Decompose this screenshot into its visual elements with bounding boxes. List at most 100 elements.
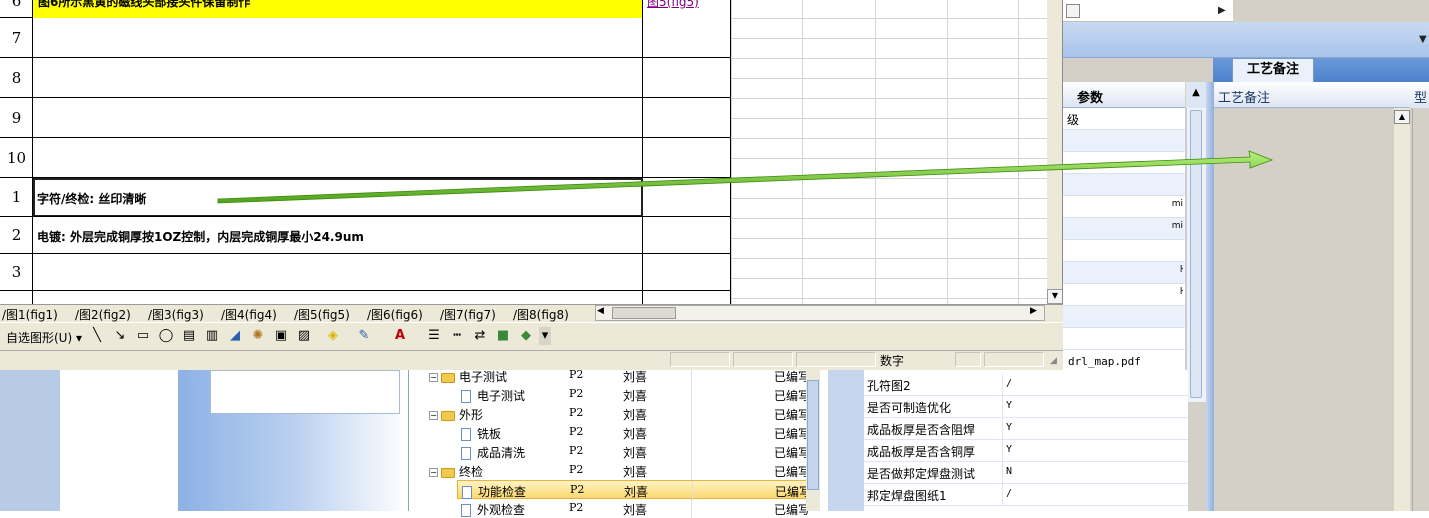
tree-row[interactable]: 成品清洗 P2 刘喜 已编写	[409, 442, 810, 461]
tree-node[interactable]: 铣板	[461, 425, 501, 442]
property-row[interactable]: 邦定焊盘图纸1 /	[864, 484, 1188, 506]
table-row[interactable]	[33, 254, 730, 291]
property-value[interactable]: Y	[1002, 418, 1012, 440]
tree-node[interactable]: − 电子测试	[429, 368, 507, 385]
sheet-vertical-scrollbar[interactable]	[1047, 0, 1062, 304]
textbox-tool-icon[interactable]: ▤	[180, 327, 198, 345]
resize-grip-icon[interactable]: ◢	[1050, 356, 1057, 366]
scroll-up-arrow-icon[interactable]: ▲	[1186, 82, 1206, 108]
table-row[interactable]: 电镀: 外层完成铜厚按1OZ控制，内层完成铜厚最小24.9um	[33, 217, 730, 254]
sheet-tab[interactable]: /图8(fig8)	[513, 305, 569, 322]
row-header[interactable]: 2	[0, 217, 33, 254]
tree-row[interactable]: − 终检 P2 刘喜 已编写	[409, 461, 810, 480]
fill-color-icon[interactable]: ◈	[324, 327, 342, 345]
picture-icon[interactable]: ▨	[295, 327, 313, 345]
param-row[interactable]: mi	[1063, 196, 1185, 218]
param-row[interactable]	[1063, 174, 1185, 196]
tree-row[interactable]: − 外形 P2 刘喜 已编写	[409, 404, 810, 423]
scroll-left-arrow-icon[interactable]: ◀	[597, 306, 604, 316]
sheet-scroll-thumb[interactable]	[612, 307, 676, 319]
tree-node[interactable]: 外观检查	[461, 501, 525, 518]
param-row[interactable]	[1063, 328, 1185, 350]
param-row[interactable]: mi	[1063, 218, 1185, 240]
row-header[interactable]: 10	[0, 138, 33, 178]
line-tool-icon[interactable]: ╲	[88, 327, 106, 345]
sheet-tab[interactable]: /图1(fig1)	[2, 305, 58, 322]
sheet-tab[interactable]: /图2(fig2)	[75, 305, 131, 322]
table-row[interactable]	[33, 138, 730, 178]
param-row[interactable]	[1063, 240, 1185, 262]
oval-tool-icon[interactable]: ◯	[157, 327, 175, 345]
tree-node[interactable]: 电子测试	[461, 387, 525, 404]
tab-process-notes[interactable]: 工艺备注	[1232, 58, 1314, 82]
row-header[interactable]: 8	[0, 58, 33, 98]
collapse-toggle-icon[interactable]: −	[429, 373, 438, 382]
sheet-tab[interactable]: /图6(fig6)	[367, 305, 423, 322]
line-color-icon[interactable]: ✎	[355, 327, 373, 345]
collapse-toggle-icon[interactable]: −	[429, 468, 438, 477]
tree-row[interactable]: 外观检查 P2 刘喜 已编写	[409, 499, 810, 518]
tree-node[interactable]: 成品清洗	[461, 444, 525, 461]
property-value[interactable]: Y	[1002, 440, 1012, 462]
top-horizontal-scrollbar[interactable]	[1063, 0, 1233, 22]
property-row[interactable]: 孔符图2 /	[864, 374, 1188, 396]
params-column-header[interactable]: 参数	[1063, 82, 1185, 108]
tree-row[interactable]: 铣板 P2 刘喜 已编写	[409, 423, 810, 442]
row-header[interactable]: 1	[0, 178, 33, 217]
tree-node[interactable]: 功能检查	[462, 483, 526, 500]
params-scroll-thumb[interactable]	[1190, 110, 1202, 398]
3d-style-icon[interactable]: ◆	[517, 327, 535, 345]
shadow-icon[interactable]: ■	[494, 327, 512, 345]
vertical-textbox-icon[interactable]: ▥	[203, 327, 221, 345]
property-row[interactable]: 是否做邦定焊盘测试 N	[864, 462, 1188, 484]
notes-vertical-scrollbar[interactable]	[1394, 108, 1410, 511]
sheet-tab[interactable]: /图5(fig5)	[294, 305, 350, 322]
arrow-tool-icon[interactable]: ↘	[111, 327, 129, 345]
collapse-toggle-icon[interactable]: −	[429, 411, 438, 420]
tree-row[interactable]: 电子测试 P2 刘喜 已编写	[409, 385, 810, 404]
table-row[interactable]	[33, 58, 730, 98]
table-row[interactable]	[33, 98, 730, 138]
param-row[interactable]	[1063, 130, 1185, 152]
table-row[interactable]: 字符/终检: 丝印清晰	[33, 178, 730, 217]
scroll-right-arrow-icon[interactable]: ▶	[1218, 5, 1226, 16]
tree-scroll-thumb[interactable]	[807, 380, 819, 490]
row-header[interactable]: 7	[0, 18, 33, 58]
line-style-icon[interactable]: ☰	[425, 327, 443, 345]
notes-column-header[interactable]: 工艺备注	[1214, 82, 1410, 108]
sheet-tab[interactable]: /图4(fig4)	[221, 305, 277, 322]
param-row[interactable]	[1063, 306, 1185, 328]
property-row[interactable]: 是否可制造优化 Y	[864, 396, 1188, 418]
tree-row[interactable]: 功能检查 P2 刘喜 已编写	[457, 480, 811, 500]
diagram-icon[interactable]: ✺	[249, 327, 267, 345]
tree-node[interactable]: − 终检	[429, 463, 483, 480]
property-value[interactable]: Y	[1002, 396, 1012, 418]
scrollbar-thumb[interactable]	[1066, 4, 1080, 18]
property-row[interactable]: 成品板厚是否含阻焊 Y	[864, 418, 1188, 440]
rectangle-tool-icon[interactable]: ▭	[134, 327, 152, 345]
tree-node[interactable]: − 外形	[429, 406, 483, 423]
figure-link[interactable]: 图5(fig5)	[647, 0, 699, 10]
panel-splitter[interactable]	[1206, 82, 1214, 511]
property-value[interactable]: /	[1002, 374, 1012, 396]
property-row[interactable]: 成品板厚是否含铜厚 Y	[864, 440, 1188, 462]
type-column-header[interactable]: 型	[1410, 82, 1429, 108]
param-row[interactable]: ŀ	[1063, 262, 1185, 284]
chevron-down-icon[interactable]: ▼	[1419, 34, 1427, 45]
param-row[interactable]	[1063, 152, 1185, 174]
font-color-icon[interactable]: A	[391, 327, 409, 345]
param-row[interactable]: ŀ	[1063, 284, 1185, 306]
sheet-tab[interactable]: /图3(fig3)	[148, 305, 204, 322]
toolbar-options-icon[interactable]: ▾	[539, 327, 551, 345]
row-header[interactable]: 9	[0, 98, 33, 138]
sheet-tab[interactable]: /图7(fig7)	[440, 305, 496, 322]
table-row[interactable]	[33, 18, 730, 58]
param-row[interactable]: 级	[1063, 108, 1185, 130]
row-header[interactable]: 3	[0, 254, 33, 291]
scroll-up-arrow-icon[interactable]: ▲	[1394, 110, 1410, 124]
property-value[interactable]: /	[1002, 484, 1012, 506]
dash-style-icon[interactable]: ┅	[448, 327, 466, 345]
autoshapes-menu[interactable]: 自选图形(U) ▾	[6, 329, 82, 346]
clipart-icon[interactable]: ▣	[272, 327, 290, 345]
wordart-icon[interactable]: ◢	[226, 327, 244, 345]
